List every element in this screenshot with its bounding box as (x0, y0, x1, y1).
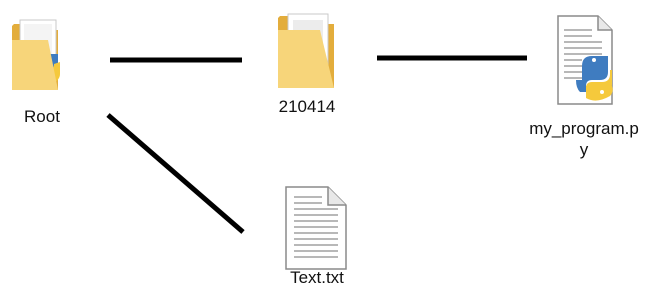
python-file-icon (552, 14, 620, 111)
node-my-program-py[interactable]: my_program.py (520, 0, 645, 175)
node-label: 210414 (278, 97, 336, 116)
node-folder-210414[interactable]: 210414 (252, 0, 362, 140)
folder-with-python-icon (10, 14, 74, 101)
node-root[interactable]: Root (0, 0, 90, 140)
node-label: Root (24, 107, 60, 126)
node-label: my_program.py (529, 119, 639, 159)
text-file-icon (282, 185, 352, 276)
folder-icon (274, 8, 340, 99)
node-text-txt[interactable]: Text.txt (262, 175, 372, 298)
edge-root-to-text-txt (106, 113, 245, 234)
node-label: Text.txt (290, 268, 344, 287)
